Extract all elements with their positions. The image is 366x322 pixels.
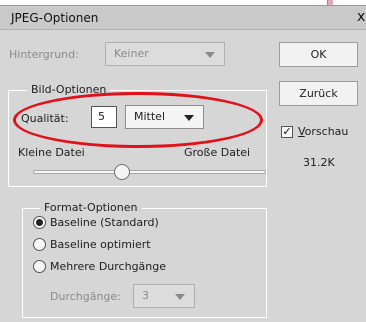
passes-dropdown: 3 — [133, 284, 195, 308]
slider-min-label: Kleine Datei — [18, 146, 85, 159]
highlight-annotation — [13, 92, 263, 148]
dialog-title: JPEG-Optionen — [11, 11, 99, 25]
radio-label-baseline-standard: Baseline (Standard) — [50, 216, 159, 229]
checkmark-icon: ✓ — [282, 125, 292, 138]
preview-checkbox[interactable]: ✓ — [281, 126, 293, 138]
jpeg-options-dialog: JPEG-Optionen x Hintergrund: Keiner OK Z… — [0, 5, 366, 322]
preview-label: Vorschau — [298, 125, 349, 138]
slider-max-label: Große Datei — [184, 146, 251, 159]
passes-dropdown-value: 3 — [142, 289, 149, 302]
file-size-readout: 31.2K — [303, 156, 335, 169]
chevron-down-icon — [175, 294, 185, 300]
passes-label: Durchgänge: — [50, 290, 121, 303]
ok-button[interactable]: OK — [279, 42, 358, 67]
background-label: Hintergrund: — [9, 48, 79, 61]
radio-label-baseline-optimized: Baseline optimiert — [50, 238, 151, 251]
background-dropdown-value: Keiner — [114, 47, 149, 60]
radio-progressive[interactable] — [33, 260, 46, 273]
quality-slider-track[interactable] — [33, 170, 266, 174]
chevron-down-icon — [205, 52, 215, 58]
background-dropdown[interactable]: Keiner — [105, 42, 225, 66]
radio-baseline-optimized[interactable] — [33, 238, 46, 251]
quality-slider-thumb[interactable] — [114, 164, 130, 180]
title-bar[interactable]: JPEG-Optionen x — [0, 6, 366, 30]
format-options-legend: Format-Optionen — [40, 201, 142, 214]
radio-selected-dot — [36, 219, 43, 226]
back-button[interactable]: Zurück — [279, 81, 358, 106]
radio-baseline-standard[interactable] — [33, 216, 46, 229]
close-icon[interactable]: x — [357, 9, 365, 25]
radio-label-progressive: Mehrere Durchgänge — [50, 260, 167, 273]
